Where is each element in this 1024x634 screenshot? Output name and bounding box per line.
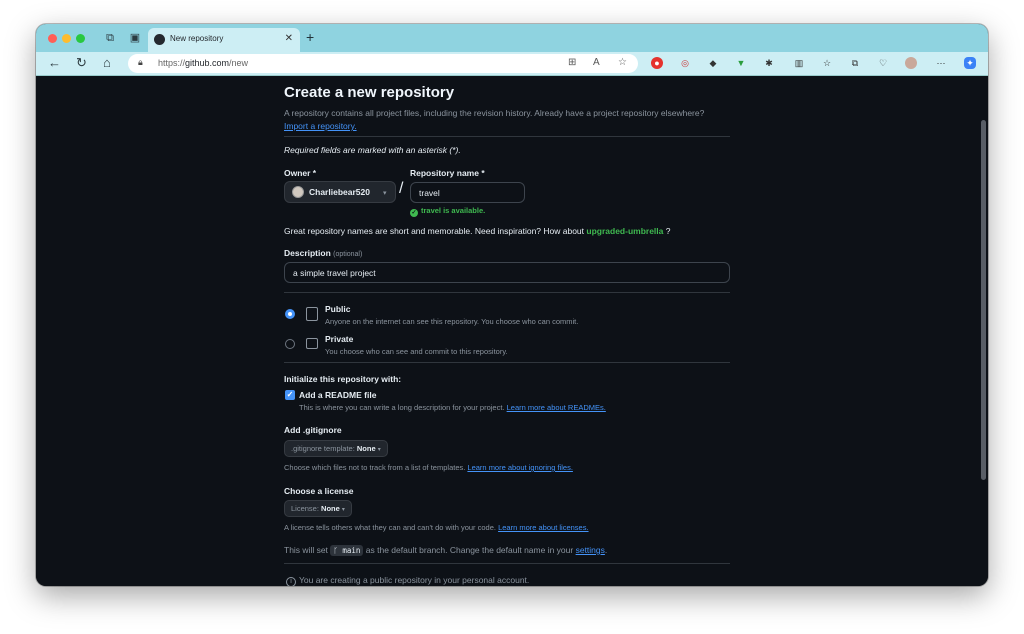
license-description: A license tells others what they can and… bbox=[284, 523, 589, 532]
split-screen-icon[interactable]: ▥ bbox=[793, 57, 805, 69]
lock-icon bbox=[306, 338, 318, 349]
more-menu-icon[interactable]: ⋯ bbox=[935, 57, 947, 69]
readme-label: Add a README file bbox=[299, 390, 377, 400]
page-title: Create a new repository bbox=[284, 84, 455, 101]
public-account-info: i You are creating a public repository in… bbox=[286, 575, 529, 586]
close-tab-icon[interactable]: ✕ bbox=[285, 33, 293, 44]
gitignore-learn-more-link[interactable]: Learn more about ignoring files. bbox=[467, 463, 572, 472]
public-radio[interactable] bbox=[285, 309, 295, 319]
extension-icon-2[interactable]: ◎ bbox=[679, 57, 691, 69]
init-label: Initialize this repository with: bbox=[284, 374, 402, 384]
divider bbox=[284, 362, 730, 363]
refresh-icon[interactable]: ↻ bbox=[76, 56, 87, 70]
description-input[interactable]: a simple travel project bbox=[284, 262, 730, 283]
lock-icon[interactable]: 🔒︎ bbox=[138, 57, 143, 68]
divider bbox=[284, 563, 730, 564]
owner-select[interactable]: Charliebear520 ▾ bbox=[284, 181, 396, 203]
read-aloud-icon[interactable]: A bbox=[593, 57, 600, 68]
private-title: Private bbox=[325, 334, 354, 344]
owner-name: Charliebear520 bbox=[309, 187, 370, 197]
extension-icon-3[interactable]: ◆ bbox=[707, 57, 719, 69]
availability-message: ✓ travel is available. bbox=[410, 206, 486, 217]
app-available-icon[interactable]: ⊞ bbox=[568, 57, 576, 68]
repo-name-input[interactable]: travel bbox=[410, 182, 525, 203]
required-note: Required fields are marked with an aster… bbox=[284, 145, 461, 155]
branch-name: ᚴ main bbox=[330, 545, 364, 556]
github-icon bbox=[154, 34, 165, 45]
chevron-down-icon: ▾ bbox=[383, 190, 387, 197]
extensions-puzzle-icon[interactable]: ✱ bbox=[763, 57, 775, 69]
slash-separator: / bbox=[399, 180, 404, 197]
favorite-star-icon[interactable]: ☆ bbox=[618, 57, 627, 68]
readme-learn-more-link[interactable]: Learn more about READMEs. bbox=[507, 403, 606, 412]
owner-label: Owner * bbox=[284, 168, 317, 178]
private-description: You choose who can see and commit to thi… bbox=[325, 347, 508, 356]
collections-icon[interactable]: ⧉ bbox=[849, 57, 861, 69]
description-label: Description (optional) bbox=[284, 248, 363, 258]
repo-icon bbox=[306, 307, 318, 321]
private-radio[interactable] bbox=[285, 339, 295, 349]
url-text: https://github.com/new bbox=[158, 58, 249, 68]
check-circle-icon: ✓ bbox=[410, 209, 418, 217]
gitignore-description: Choose which files not to track from a l… bbox=[284, 463, 573, 472]
divider bbox=[284, 136, 730, 137]
tab-title: New repository bbox=[170, 34, 224, 43]
divider bbox=[284, 292, 730, 293]
public-description: Anyone on the internet can see this repo… bbox=[325, 317, 579, 326]
chevron-down-icon: ▾ bbox=[341, 507, 345, 513]
tab-bar: ⧉ ▣ New repository ✕ + bbox=[36, 24, 988, 52]
import-repository-link[interactable]: Import a repository. bbox=[284, 121, 357, 131]
minimize-window-button[interactable] bbox=[62, 34, 71, 43]
license-select[interactable]: License: None ▾ bbox=[284, 500, 352, 517]
profile-avatar[interactable] bbox=[905, 57, 917, 69]
workspaces-icon[interactable]: ⧉ bbox=[104, 32, 116, 44]
browser-essentials-icon[interactable]: ♡ bbox=[877, 57, 889, 69]
tab-actions-icon[interactable]: ▣ bbox=[129, 32, 141, 44]
name-suggestion-link[interactable]: upgraded-umbrella bbox=[586, 226, 663, 236]
avatar bbox=[292, 186, 304, 198]
repo-name-label: Repository name * bbox=[410, 168, 485, 178]
page-scrollbar[interactable] bbox=[981, 120, 986, 480]
maximize-window-button[interactable] bbox=[76, 34, 85, 43]
chevron-down-icon: ▾ bbox=[377, 447, 381, 453]
address-toolbar: ← ↻ ⌂ 🔒︎ https://github.com/new ⊞ A ☆ ● … bbox=[36, 52, 988, 76]
address-bar[interactable]: 🔒︎ https://github.com/new ⊞ A ☆ bbox=[128, 54, 638, 73]
favorites-icon[interactable]: ☆ bbox=[821, 57, 833, 69]
gitignore-label: Add .gitignore bbox=[284, 425, 342, 435]
readme-description: This is where you can write a long descr… bbox=[299, 403, 606, 412]
new-tab-icon[interactable]: + bbox=[306, 29, 314, 45]
default-branch-note: This will set ᚴ main as the default bran… bbox=[284, 545, 608, 556]
license-label: Choose a license bbox=[284, 486, 354, 496]
close-window-button[interactable] bbox=[48, 34, 57, 43]
browser-window: ⧉ ▣ New repository ✕ + ← ↻ ⌂ 🔒︎ https://… bbox=[36, 24, 988, 586]
info-icon: i bbox=[286, 577, 296, 586]
intro-text: A repository contains all project files,… bbox=[284, 108, 705, 131]
settings-link[interactable]: settings bbox=[576, 545, 605, 555]
copilot-icon[interactable]: ✦ bbox=[964, 57, 976, 69]
public-title: Public bbox=[325, 304, 351, 314]
home-icon[interactable]: ⌂ bbox=[103, 56, 111, 70]
adblock-extension-icon[interactable]: ● bbox=[651, 57, 663, 69]
page-content: Create a new repository A repository con… bbox=[36, 76, 988, 586]
license-learn-more-link[interactable]: Learn more about licenses. bbox=[498, 523, 588, 532]
gitignore-template-select[interactable]: .gitignore template: None ▾ bbox=[284, 440, 388, 457]
readme-checkbox[interactable]: ✓ bbox=[285, 390, 295, 400]
name-hint: Great repository names are short and mem… bbox=[284, 226, 671, 236]
tab-new-repository[interactable]: New repository ✕ bbox=[148, 28, 300, 52]
back-icon[interactable]: ← bbox=[48, 56, 61, 70]
shield-extension-icon[interactable]: ▼ bbox=[735, 57, 747, 69]
